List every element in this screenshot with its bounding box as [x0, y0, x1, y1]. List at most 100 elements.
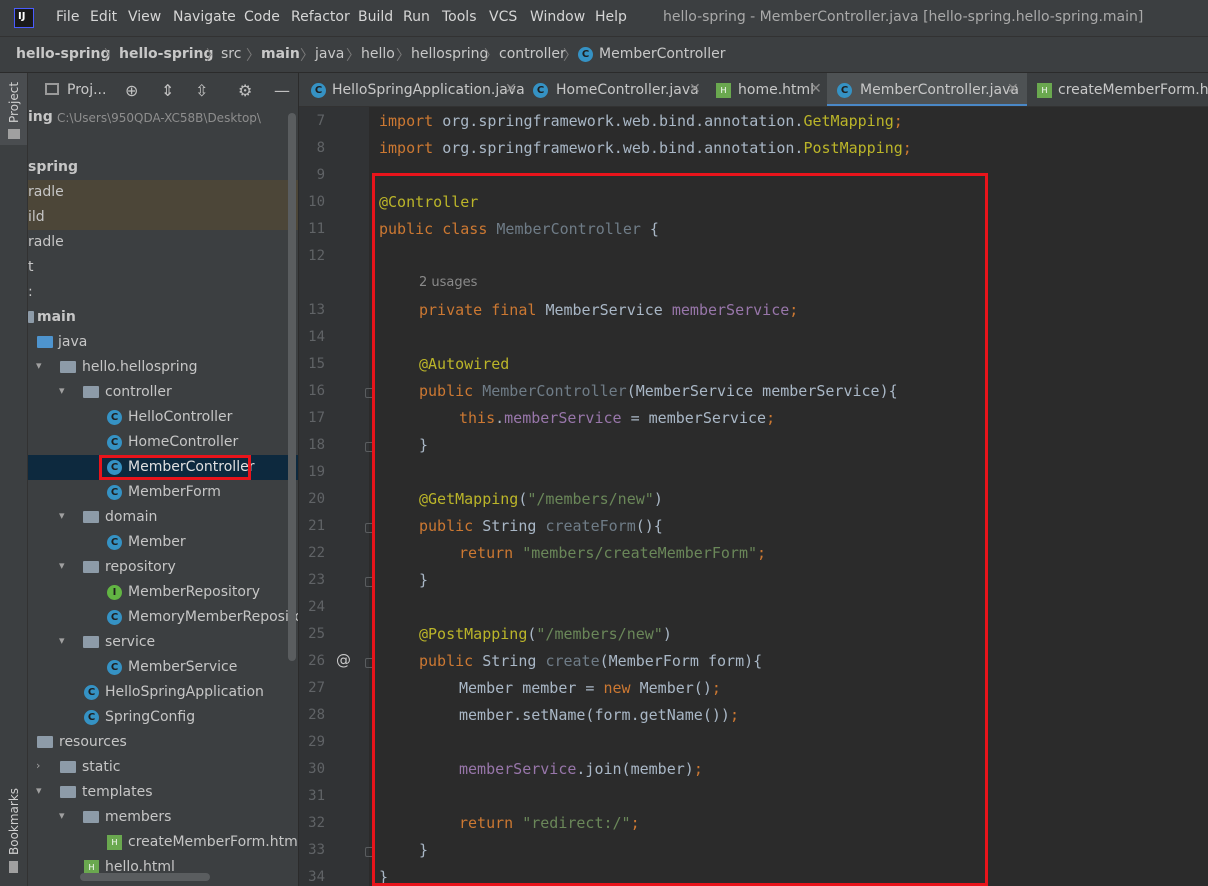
line-number: 22 [308, 545, 325, 561]
chevron-down-icon[interactable]: ▾ [59, 809, 65, 822]
close-icon[interactable]: ✕ [689, 81, 701, 97]
tree-label: service [105, 634, 156, 650]
breadcrumb-file[interactable]: MemberController [599, 46, 725, 62]
project-panel-title[interactable]: Proj... [67, 82, 106, 98]
menu-navigate[interactable]: Navigate [173, 9, 236, 25]
tree-label: MemberService [128, 659, 238, 675]
code-token: GetMapping [803, 112, 894, 130]
tree-row[interactable]: C Member [28, 530, 298, 555]
tree-row[interactable]: ild [28, 205, 298, 230]
code-editor[interactable]: 7 8 9 10 11 12 13 14 15 16 17 18 19 20 2… [299, 107, 1208, 886]
tree-row[interactable]: radle [28, 180, 298, 205]
tab-home-html[interactable]: H home.html ✕ [706, 73, 827, 106]
breadcrumb-controller[interactable]: controller [499, 46, 566, 62]
chevron-down-icon[interactable]: ▾ [59, 559, 65, 572]
tree-row[interactable]: spring [28, 155, 298, 180]
vertical-scrollbar[interactable] [288, 113, 296, 661]
tree-row-selected[interactable]: C MemberController [28, 455, 298, 480]
tree-row[interactable]: resources [28, 730, 298, 755]
class-icon: C [107, 435, 122, 450]
menu-window[interactable]: Window [530, 9, 585, 25]
menu-build[interactable]: Build [358, 9, 393, 25]
tab-homecontroller[interactable]: C HomeController.java ✕ [521, 73, 706, 106]
tree-row[interactable]: C HelloSpringApplication [28, 680, 298, 705]
tree-label: java [58, 334, 88, 350]
tree-row[interactable]: ▾ templates [28, 780, 298, 805]
implementation-marker-icon[interactable]: @ [336, 651, 351, 669]
menu-refactor[interactable]: Refactor [291, 9, 350, 25]
tree-row[interactable]: C MemoryMemberRepository [28, 605, 298, 630]
tree-row[interactable]: I MemberRepository [28, 580, 298, 605]
locate-icon[interactable]: ⊕ [125, 81, 138, 100]
chevron-right-icon[interactable]: › [36, 759, 40, 772]
tree-row[interactable]: C HomeController [28, 430, 298, 455]
expand-all-icon[interactable]: ⇕ [161, 81, 174, 100]
menu-tools[interactable]: Tools [442, 9, 477, 25]
collapse-all-icon[interactable]: ⇳ [195, 81, 208, 100]
close-icon[interactable]: ✕ [505, 81, 517, 97]
horizontal-scrollbar[interactable] [80, 873, 210, 881]
intellij-logo-icon[interactable]: IJ [14, 8, 34, 28]
menu-view[interactable]: View [128, 9, 161, 25]
breadcrumb-main[interactable]: main [261, 46, 300, 62]
gear-icon[interactable]: ⚙ [238, 81, 252, 100]
tree-row[interactable]: ▾ repository [28, 555, 298, 580]
menu-run[interactable]: Run [403, 9, 430, 25]
tree-row[interactable]: ▾ domain [28, 505, 298, 530]
tree-row[interactable]: H createMemberForm.html [28, 830, 298, 855]
line-number: 20 [308, 491, 325, 507]
tree-row[interactable]: ▾ service [28, 630, 298, 655]
project-tool-button[interactable]: Project [0, 73, 27, 145]
tree-row[interactable]: C HelloController [28, 405, 298, 430]
bookmarks-tool-button[interactable]: Bookmarks [0, 783, 27, 878]
line-number: 18 [308, 437, 325, 453]
breadcrumb-src[interactable]: src [221, 46, 241, 62]
tab-hellospringapplication[interactable]: C HelloSpringApplication.java ✕ [299, 73, 525, 106]
tree-row[interactable]: t [28, 255, 298, 280]
tree-row[interactable]: java [28, 330, 298, 355]
tree-row[interactable]: radle [28, 230, 298, 255]
source-folder-icon [37, 336, 53, 348]
breadcrumb-java[interactable]: java [315, 46, 344, 62]
chevron-down-icon[interactable]: ▾ [59, 634, 65, 647]
folder-icon [28, 311, 34, 323]
tab-label: HomeController.java [556, 82, 699, 98]
class-icon: C [578, 47, 593, 62]
tree-row[interactable]: C SpringConfig [28, 705, 298, 730]
chevron-down-icon[interactable]: ▾ [36, 784, 42, 797]
close-icon[interactable]: ✕ [1007, 81, 1019, 97]
hide-icon[interactable]: — [274, 81, 290, 100]
class-icon: C [107, 610, 122, 625]
menu-help[interactable]: Help [595, 9, 627, 25]
tab-membercontroller[interactable]: C MemberController.java ✕ [827, 73, 1027, 106]
tree-row[interactable]: › static [28, 755, 298, 780]
tree-row[interactable]: ▾ controller [28, 380, 298, 405]
line-number: 19 [308, 464, 325, 480]
line-number: 8 [316, 140, 325, 156]
close-icon[interactable]: ✕ [810, 81, 822, 97]
chevron-down-icon[interactable]: ▾ [59, 509, 65, 522]
menu-vcs[interactable]: VCS [489, 9, 517, 25]
tree-label: : [28, 284, 33, 300]
breadcrumb-hello[interactable]: hello [361, 46, 395, 62]
menu-file[interactable]: File [56, 9, 79, 25]
menu-edit[interactable]: Edit [90, 9, 117, 25]
tree-row[interactable]: C MemberService [28, 655, 298, 680]
chevron-down-icon[interactable]: ▾ [59, 384, 65, 397]
menu-code[interactable]: Code [244, 9, 280, 25]
highlight-box [99, 455, 251, 480]
tab-creatememberform[interactable]: H createMemberForm.htm [1027, 73, 1208, 106]
breadcrumb-project[interactable]: hello-spring [16, 46, 111, 62]
line-number: 13 [308, 302, 325, 318]
breadcrumb-hellospring[interactable]: hellospring [411, 46, 488, 62]
tree-row[interactable]: ▾ members [28, 805, 298, 830]
tree-row[interactable]: : [28, 280, 298, 305]
breadcrumb-module[interactable]: hello-spring [119, 46, 214, 62]
line-number: 16 [308, 383, 325, 399]
tree-row[interactable]: ▾ hello.hellospring [28, 355, 298, 380]
tree-row[interactable]: C MemberForm [28, 480, 298, 505]
tree-row[interactable]: ing C:\Users\950QDA-XC58B\Desktop\ [28, 105, 298, 130]
tree-label: controller [105, 384, 172, 400]
chevron-down-icon[interactable]: ▾ [36, 359, 42, 372]
tree-row[interactable]: main [28, 305, 298, 330]
